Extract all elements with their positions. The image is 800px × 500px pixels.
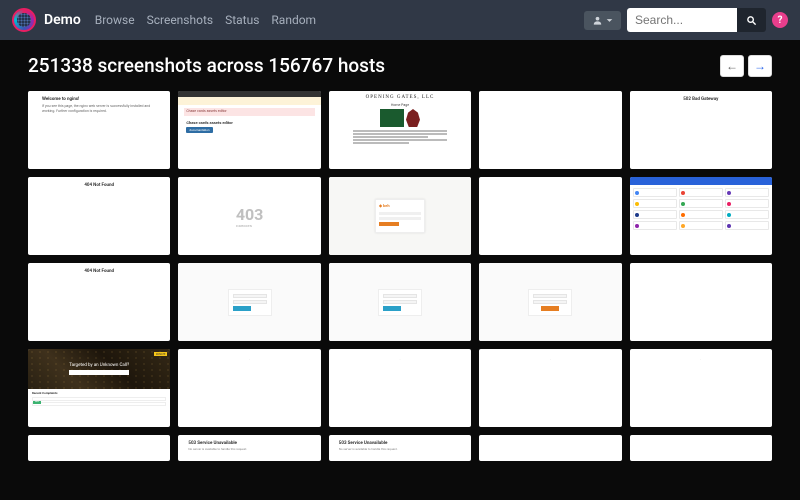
thumb-error-code: 403 (236, 205, 264, 224)
pager-next-button[interactable]: → (748, 55, 772, 77)
screenshot-thumb[interactable]: OPENING GATES, LLC Home Page (329, 91, 471, 169)
screenshot-thumb[interactable]: 503 Service UnavailableNo server is avai… (329, 435, 471, 461)
screenshot-thumb[interactable]: DONATE Targeted by an Unknown Call? Recent… (28, 349, 170, 427)
screenshot-thumb[interactable]: 502 Bad Gateway (630, 91, 772, 169)
thumb-title: OPENING GATES, LLC (333, 95, 467, 100)
screenshot-thumb[interactable]: · (329, 349, 471, 427)
help-icon[interactable]: ? (772, 12, 788, 28)
screenshot-thumb[interactable]: Welcome to nginx! If you see this page, t… (28, 91, 170, 169)
screenshot-thumb[interactable]: · (479, 349, 621, 427)
thumb-section: Recent Complaints (32, 391, 166, 395)
thumb-logo: ◆ keh (379, 203, 421, 208)
screenshot-thumb[interactable] (28, 435, 170, 461)
thumb-error-label: FORBIDDEN (236, 224, 264, 228)
nav-browse[interactable]: Browse (95, 13, 135, 27)
screenshot-thumb[interactable]: Chase cards assets editor Chase cards ass… (178, 91, 320, 169)
nav-screenshots[interactable]: Screenshots (147, 13, 213, 27)
screenshot-thumb[interactable]: · (178, 349, 320, 427)
page-title: 251338 screenshots across 156767 hosts (28, 54, 385, 77)
screenshot-thumb[interactable]: 403FORBIDDEN (178, 177, 320, 255)
nav-right: ? (584, 8, 788, 32)
screenshot-thumb[interactable] (630, 435, 772, 461)
pager: ← → (720, 55, 772, 77)
search-icon (746, 15, 757, 26)
screenshot-thumb[interactable]: 404 Not Found (28, 263, 170, 341)
thumb-button: documentation (186, 127, 212, 133)
user-icon (592, 15, 603, 26)
thumb-error: 502 Bad Gateway (636, 97, 766, 102)
pager-prev-button[interactable]: ← (720, 55, 744, 77)
thumb-alert: Chase cards assets editor (184, 108, 314, 116)
thumb-hero-title: Targeted by an Unknown Call? (69, 363, 129, 368)
thumb-text: If you see this page, the nginx web serv… (42, 104, 156, 113)
screenshot-grid: Welcome to nginx! If you see this page, t… (28, 91, 772, 427)
search-form (627, 8, 766, 32)
nav-status[interactable]: Status (225, 13, 259, 27)
screenshot-thumb[interactable] (178, 263, 320, 341)
thumb-heading: Welcome to nginx! (42, 97, 156, 102)
thumb-error: 503 Service Unavailable (339, 441, 461, 446)
screenshot-thumb[interactable]: ◆ keh (329, 177, 471, 255)
thumb-heading: Chase cards assets editor (178, 120, 320, 125)
screenshot-thumb[interactable] (630, 263, 772, 341)
app-logo[interactable] (12, 8, 36, 32)
navbar: Demo Browse Screenshots Status Random ? (0, 0, 800, 40)
caret-down-icon (606, 17, 613, 24)
screenshot-thumb[interactable] (479, 263, 621, 341)
user-menu-button[interactable] (584, 11, 621, 30)
thumb-error: 404 Not Found (34, 269, 164, 274)
screenshot-thumb[interactable]: · (630, 349, 772, 427)
screenshot-grid-partial: 503 Service UnavailableNo server is avai… (28, 435, 772, 461)
screenshot-thumb[interactable] (630, 177, 772, 255)
search-button[interactable] (737, 8, 766, 32)
search-input[interactable] (627, 8, 737, 32)
screenshot-thumb[interactable] (479, 177, 621, 255)
screenshot-thumb[interactable]: 404 Not Found (28, 177, 170, 255)
header-row: 251338 screenshots across 156767 hosts ←… (28, 54, 772, 77)
content: 251338 screenshots across 156767 hosts ←… (0, 40, 800, 475)
thumb-error: 404 Not Found (34, 183, 164, 188)
thumb-badge: DONATE (154, 352, 168, 356)
thumb-error: 503 Service Unavailable (188, 441, 310, 446)
nav-random[interactable]: Random (271, 13, 316, 27)
thumb-subtitle: Home Page (333, 103, 467, 107)
brand-name[interactable]: Demo (44, 12, 81, 28)
screenshot-thumb[interactable] (479, 435, 621, 461)
nav-links: Browse Screenshots Status Random (95, 13, 316, 27)
screenshot-thumb[interactable]: 503 Service UnavailableNo server is avai… (178, 435, 320, 461)
screenshot-thumb[interactable] (479, 91, 621, 169)
screenshot-thumb[interactable] (329, 263, 471, 341)
